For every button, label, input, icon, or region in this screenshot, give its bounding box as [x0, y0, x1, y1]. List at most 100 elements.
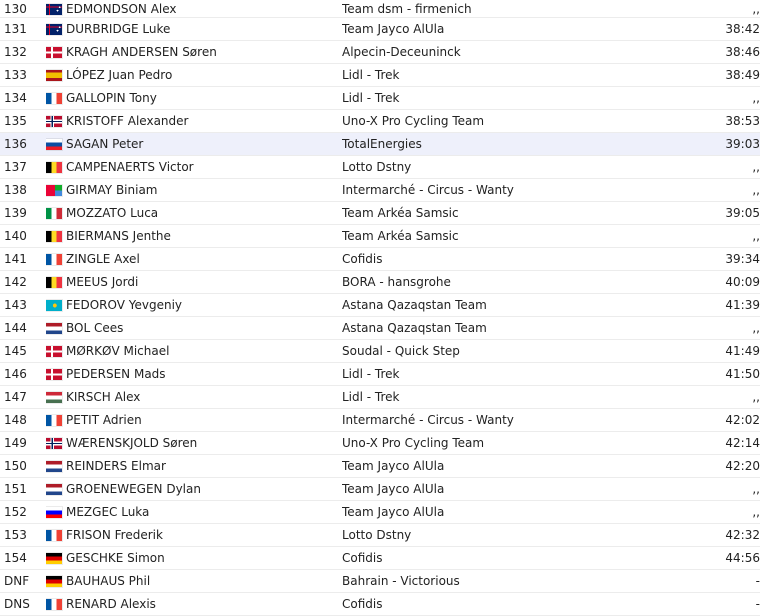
team-name-link[interactable]: Lidl - Trek	[342, 385, 642, 409]
rider-name-link[interactable]: EDMONDSON Alex	[66, 0, 342, 18]
rank-cell: 139	[0, 201, 46, 225]
team-name-link[interactable]: Lidl - Trek	[342, 362, 642, 386]
rider-name-link[interactable]: LÓPEZ Juan Pedro	[66, 63, 342, 87]
team-name-link[interactable]: Cofidis	[342, 247, 642, 271]
rider-name-link[interactable]: MEEUS Jordi	[66, 270, 342, 294]
team-name-link[interactable]: Team Jayco AlUla	[342, 454, 642, 478]
flag-cell	[46, 385, 66, 409]
rank-cell: 143	[0, 293, 46, 317]
rank-cell: 149	[0, 431, 46, 455]
flag-cell	[46, 408, 66, 432]
table-row: 134 GALLOPIN Tony Lidl - Trek,,	[0, 86, 760, 110]
table-row: 137 CAMPENAERTS Victor Lotto Dstny,,	[0, 155, 760, 179]
rank-cell: 136	[0, 132, 46, 156]
table-row: 151 GROENEWEGEN Dylan Team Jayco AlUla,,	[0, 477, 760, 501]
time-cell: 41:49	[642, 339, 760, 363]
flag-cell	[46, 477, 66, 501]
time-cell: ,,	[642, 178, 760, 202]
team-name-link[interactable]: Soudal - Quick Step	[342, 339, 642, 363]
rider-name-link[interactable]: GROENEWEGEN Dylan	[66, 477, 342, 501]
team-name-link[interactable]: Team Jayco AlUla	[342, 500, 642, 524]
rider-name-link[interactable]: DURBRIDGE Luke	[66, 17, 342, 41]
flag-cell	[46, 201, 66, 225]
flag-cell	[46, 40, 66, 64]
team-name-link[interactable]: Cofidis	[342, 592, 642, 616]
rider-name-link[interactable]: MØRKØV Michael	[66, 339, 342, 363]
flag-cell	[46, 454, 66, 478]
rider-name-link[interactable]: BAUHAUS Phil	[66, 569, 342, 593]
rider-name-link[interactable]: GALLOPIN Tony	[66, 86, 342, 110]
table-row: 143 FEDOROV Yevgeniy Astana Qazaqstan Team…	[0, 293, 760, 317]
flag-cell	[46, 500, 66, 524]
results-body: 130 EDMONDSON Alex Team dsm - firmenich,, 1…	[0, 0, 760, 616]
rider-name-link[interactable]: FRISON Frederik	[66, 523, 342, 547]
france-flag-icon	[46, 415, 62, 426]
flag-cell	[46, 0, 66, 18]
rider-name-link[interactable]: GIRMAY Biniam	[66, 178, 342, 202]
france-flag-icon	[46, 254, 62, 265]
rider-name-link[interactable]: PETIT Adrien	[66, 408, 342, 432]
team-name-link[interactable]: Intermarché - Circus - Wanty	[342, 178, 642, 202]
rider-name-link[interactable]: PEDERSEN Mads	[66, 362, 342, 386]
team-name-link[interactable]: Astana Qazaqstan Team	[342, 316, 642, 340]
table-row: 130 EDMONDSON Alex Team dsm - firmenich,,	[0, 0, 760, 18]
flag-cell	[46, 270, 66, 294]
table-row: 154 GESCHKE Simon Cofidis 44:56	[0, 546, 760, 570]
rider-name-link[interactable]: KIRSCH Alex	[66, 385, 342, 409]
rider-name-link[interactable]: WÆRENSKJOLD Søren	[66, 431, 342, 455]
rider-name-link[interactable]: KRISTOFF Alexander	[66, 109, 342, 133]
team-name-link[interactable]: Lotto Dstny	[342, 523, 642, 547]
rider-name-link[interactable]: REINDERS Elmar	[66, 454, 342, 478]
team-name-link[interactable]: Intermarché - Circus - Wanty	[342, 408, 642, 432]
rider-name-link[interactable]: BIERMANS Jenthe	[66, 224, 342, 248]
rider-name-link[interactable]: MEZGEC Luka	[66, 500, 342, 524]
team-name-link[interactable]: Alpecin-Deceuninck	[342, 40, 642, 64]
team-name-link[interactable]: TotalEnergies	[342, 132, 642, 156]
rank-cell: 140	[0, 224, 46, 248]
rank-cell: 132	[0, 40, 46, 64]
team-name-link[interactable]: Lotto Dstny	[342, 155, 642, 179]
table-row: DNF BAUHAUS Phil Bahrain - Victorious -	[0, 569, 760, 593]
slovenia-flag-icon	[46, 507, 62, 518]
rider-name-link[interactable]: CAMPENAERTS Victor	[66, 155, 342, 179]
norway-flag-icon	[46, 438, 62, 449]
team-name-link[interactable]: Team Jayco AlUla	[342, 477, 642, 501]
rider-name-link[interactable]: BOL Cees	[66, 316, 342, 340]
team-name-link[interactable]: Lidl - Trek	[342, 63, 642, 87]
table-row: 147 KIRSCH Alex Lidl - Trek,,	[0, 385, 760, 409]
rank-cell: 131	[0, 17, 46, 41]
flag-cell	[46, 247, 66, 271]
rider-name-link[interactable]: RENARD Alexis	[66, 592, 342, 616]
rider-name-link[interactable]: FEDOROV Yevgeniy	[66, 293, 342, 317]
france-flag-icon	[46, 599, 62, 610]
time-cell: ,,	[642, 155, 760, 179]
time-cell: -	[642, 592, 760, 616]
rank-cell: DNF	[0, 569, 46, 593]
team-name-link[interactable]: Astana Qazaqstan Team	[342, 293, 642, 317]
team-name-link[interactable]: Bahrain - Victorious	[342, 569, 642, 593]
rank-cell: 134	[0, 86, 46, 110]
italy-flag-icon	[46, 208, 62, 219]
rider-name-link[interactable]: ZINGLE Axel	[66, 247, 342, 271]
results-table: 130 EDMONDSON Alex Team dsm - firmenich,, 1…	[0, 0, 760, 616]
team-name-link[interactable]: BORA - hansgrohe	[342, 270, 642, 294]
rider-name-link[interactable]: KRAGH ANDERSEN Søren	[66, 40, 342, 64]
rider-name-link[interactable]: GESCHKE Simon	[66, 546, 342, 570]
team-name-link[interactable]: Cofidis	[342, 546, 642, 570]
france-flag-icon	[46, 530, 62, 541]
team-name-link[interactable]: Uno-X Pro Cycling Team	[342, 109, 642, 133]
rider-name-link[interactable]: SAGAN Peter	[66, 132, 342, 156]
time-cell: ,,	[642, 224, 760, 248]
team-name-link[interactable]: Team Jayco AlUla	[342, 17, 642, 41]
team-name-link[interactable]: Team Arkéa Samsic	[342, 224, 642, 248]
denmark-flag-icon	[46, 346, 62, 357]
team-name-link[interactable]: Uno-X Pro Cycling Team	[342, 431, 642, 455]
table-row: 131 DURBRIDGE Luke Team Jayco AlUla 38:42	[0, 17, 760, 41]
team-name-link[interactable]: Lidl - Trek	[342, 86, 642, 110]
time-cell: -	[642, 569, 760, 593]
team-name-link[interactable]: Team dsm - firmenich	[342, 0, 642, 18]
time-cell: ,,	[642, 477, 760, 501]
team-name-link[interactable]: Team Arkéa Samsic	[342, 201, 642, 225]
rank-cell: 148	[0, 408, 46, 432]
rider-name-link[interactable]: MOZZATO Luca	[66, 201, 342, 225]
